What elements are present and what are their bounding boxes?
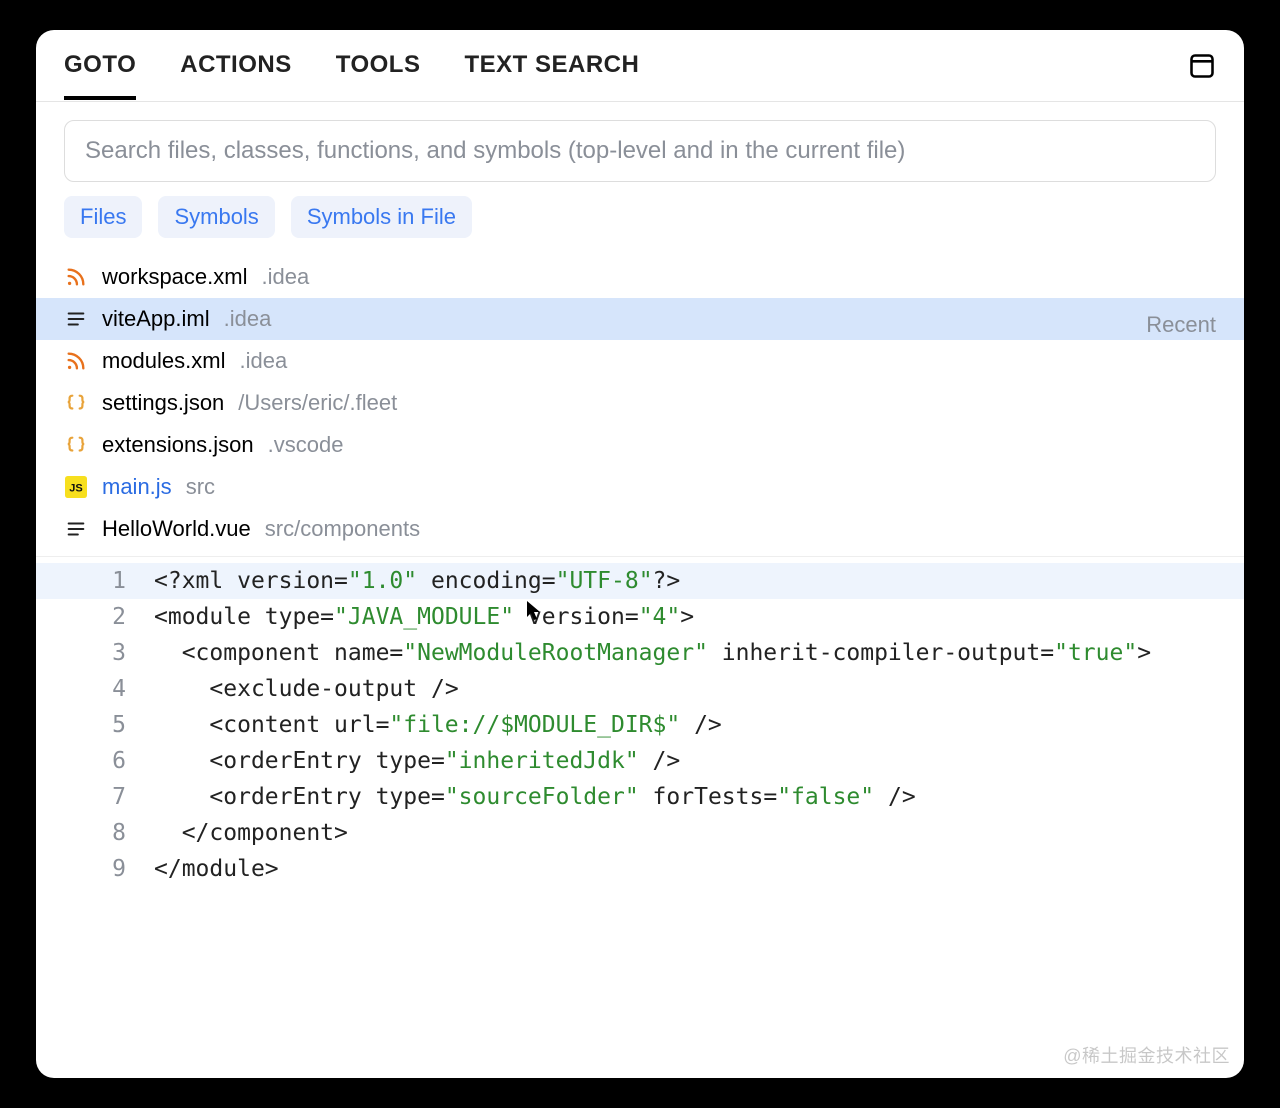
file-result-row[interactable]: viteApp.iml .idea [36, 298, 1244, 340]
file-name: HelloWorld.vue [102, 516, 251, 542]
file-name: modules.xml [102, 348, 225, 374]
code-content: </module> [154, 851, 279, 887]
code-content: <orderEntry type="inheritedJdk" /> [154, 743, 680, 779]
line-number: 9 [36, 851, 136, 887]
file-name: extensions.json [102, 432, 254, 458]
file-result-row[interactable]: modules.xml .idea [36, 340, 1244, 382]
file-path: /Users/eric/.fleet [238, 390, 397, 416]
lines-icon [64, 517, 88, 541]
code-line: 6 <orderEntry type="inheritedJdk" /> [36, 743, 1244, 779]
file-result-row[interactable]: workspace.xml .idea [36, 256, 1244, 298]
line-number: 7 [36, 779, 136, 815]
tab-actions[interactable]: ACTIONS [180, 33, 292, 99]
file-result-row[interactable]: settings.json/Users/eric/.fleet [36, 382, 1244, 424]
tab-goto[interactable]: GOTO [64, 33, 136, 99]
svg-text:JS: JS [69, 483, 82, 495]
file-name: workspace.xml [102, 264, 247, 290]
line-number: 4 [36, 671, 136, 707]
file-path: .vscode [268, 432, 344, 458]
chip-symbols[interactable]: Symbols [158, 196, 274, 238]
code-line: 2 <module type="JAVA_MODULE" version="4"> [36, 599, 1244, 635]
file-result-row[interactable]: extensions.json .vscode [36, 424, 1244, 466]
code-content: <orderEntry type="sourceFolder" forTests… [154, 779, 916, 815]
open-in-window-icon[interactable] [1188, 52, 1216, 80]
code-line: 1 <?xml version="1.0" encoding="UTF-8"?> [36, 563, 1244, 599]
filter-chips: Files Symbols Symbols in File [36, 196, 1244, 256]
watermark-text: @稀土掘金技术社区 [1063, 1042, 1230, 1068]
rss-icon [64, 349, 88, 373]
code-content: <component name="NewModuleRootManager" i… [154, 635, 1151, 671]
recent-label: Recent [1146, 312, 1216, 338]
file-results-list: workspace.xml.ideaviteApp.iml.ideamodule… [36, 256, 1244, 550]
code-content: <?xml version="1.0" encoding="UTF-8"?> [154, 563, 680, 599]
file-path: src [186, 474, 215, 500]
file-name: main.js [102, 474, 172, 500]
line-number: 8 [36, 815, 136, 851]
line-number: 6 [36, 743, 136, 779]
file-name: viteApp.iml [102, 306, 210, 332]
code-line: 8 </component> [36, 815, 1244, 851]
line-number: 3 [36, 635, 136, 671]
code-line: 3 <component name="NewModuleRootManager"… [36, 635, 1244, 671]
file-path: src/components [265, 516, 420, 542]
code-line: 7 <orderEntry type="sourceFolder" forTes… [36, 779, 1244, 815]
code-line: 5 <content url="file://$MODULE_DIR$" /> [36, 707, 1244, 743]
search-container [36, 102, 1244, 196]
rss-icon [64, 265, 88, 289]
preview-pane: 1<?xml version="1.0" encoding="UTF-8"?>2… [36, 556, 1244, 907]
file-result-row[interactable]: HelloWorld.vue src/components [36, 508, 1244, 550]
file-path: .idea [224, 306, 272, 332]
file-name: settings.json [102, 390, 224, 416]
tab-tools[interactable]: TOOLS [336, 33, 421, 99]
code-content: <exclude-output /> [154, 671, 459, 707]
tab-text-search[interactable]: TEXT SEARCH [464, 33, 639, 99]
search-input[interactable] [64, 120, 1216, 182]
code-line: 4 <exclude-output /> [36, 671, 1244, 707]
file-result-row[interactable]: JS main.js src [36, 466, 1244, 508]
code-content: <module type="JAVA_MODULE" version="4"> [154, 599, 694, 635]
js-icon: JS [64, 475, 88, 499]
file-path: .idea [261, 264, 309, 290]
code-content: <content url="file://$MODULE_DIR$" /> [154, 707, 722, 743]
chip-symbols-in-file[interactable]: Symbols in File [291, 196, 472, 238]
line-number: 1 [36, 563, 136, 599]
tab-bar: GOTO ACTIONS TOOLS TEXT SEARCH [36, 30, 1244, 102]
braces-icon [64, 391, 88, 415]
lines-icon [64, 307, 88, 331]
line-number: 5 [36, 707, 136, 743]
code-line: 9 </module> [36, 851, 1244, 887]
braces-icon [64, 433, 88, 457]
chip-files[interactable]: Files [64, 196, 142, 238]
line-number: 2 [36, 599, 136, 635]
code-content: </component> [154, 815, 348, 851]
command-palette-panel: GOTO ACTIONS TOOLS TEXT SEARCH Files Sym… [36, 30, 1244, 1078]
file-path: .idea [239, 348, 287, 374]
